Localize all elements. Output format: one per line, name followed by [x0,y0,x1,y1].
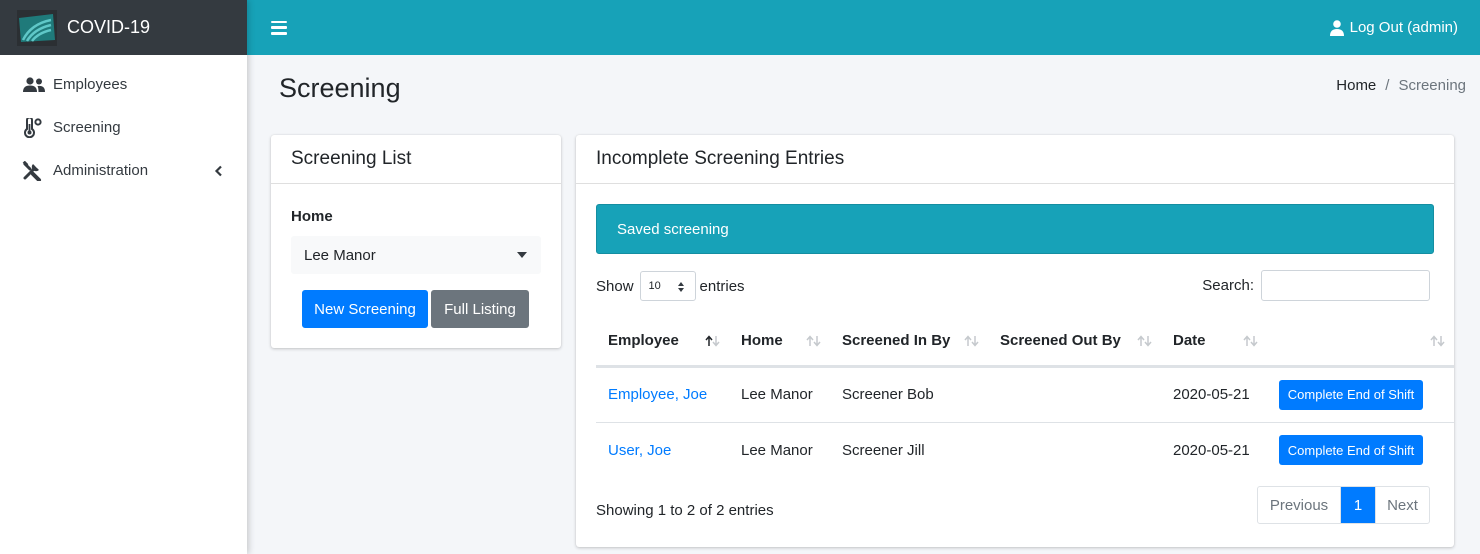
previous-page-button[interactable]: Previous [1258,487,1341,523]
home-cell: Lee Manor [729,365,830,422]
employee-link[interactable]: User, Joe [608,442,671,459]
search-label: Search: [1202,277,1254,294]
table-info: Showing 1 to 2 of 2 entries [596,502,774,519]
covid-logo-icon [17,9,57,46]
user-icon [1329,19,1344,36]
employee-cell: User, Joe [596,421,729,478]
breadcrumb-current: Screening [1398,77,1466,94]
screened-in-cell: Screener Bob [830,365,988,422]
success-alert: Saved screening [596,204,1434,254]
logout-label: Log Out (admin) [1349,19,1458,36]
sort-icon [806,335,821,347]
select-arrows-icon [677,282,684,292]
home-select[interactable]: Lee Manor [291,236,541,274]
sidebar-nav: Employees Screening Administration [0,55,247,192]
sort-asc-icon [705,335,720,347]
breadcrumb: Home / Screening [1336,77,1466,94]
tools-icon [22,160,48,181]
hamburger-icon[interactable] [271,20,287,35]
search-control: Search: [1202,270,1430,301]
sidebar-item-administration[interactable]: Administration [0,149,247,192]
thermometer-icon [22,117,48,138]
column-header-screened-in-by[interactable]: Screened In By [830,316,988,368]
sort-icon [1243,335,1258,347]
brand-link[interactable]: COVID-19 [0,0,247,55]
table-row: User, Joe Lee Manor Screener Jill 2020-0… [596,421,1454,478]
complete-end-of-shift-button[interactable]: Complete End of Shift [1279,379,1423,410]
page-title: Screening [279,73,401,103]
sidebar: COVID-19 Employees Screening Administrat… [0,0,247,554]
screened-out-cell [988,365,1161,422]
card-title: Incomplete Screening Entries [576,135,1454,184]
column-header-home[interactable]: Home [729,316,830,368]
employee-link[interactable]: Employee, Joe [608,386,707,403]
page-1-button[interactable]: 1 [1341,487,1375,523]
pagination: Previous 1 Next [1257,486,1430,524]
column-header-actions[interactable] [1267,316,1454,368]
search-input[interactable] [1261,270,1430,301]
page-length-select[interactable]: 10 [639,271,696,301]
sidebar-item-label: Employees [53,76,128,93]
column-header-date[interactable]: Date [1161,316,1267,368]
sort-icon [1430,335,1445,347]
users-icon [22,75,48,95]
page-length-control: Show 10 entries [596,271,745,301]
sort-icon [964,335,979,347]
card-title: Screening List [271,135,561,184]
chevron-left-icon [214,165,222,176]
column-header-employee[interactable]: Employee [596,316,729,368]
sidebar-item-label: Administration [53,162,149,179]
column-header-screened-out-by[interactable]: Screened Out By [988,316,1161,368]
action-cell: Complete End of Shift [1267,365,1454,422]
sidebar-item-employees[interactable]: Employees [0,63,247,106]
breadcrumb-home[interactable]: Home [1336,77,1376,94]
home-select-value: Lee Manor [304,246,376,264]
page-length-value: 10 [648,280,661,292]
next-page-button[interactable]: Next [1375,487,1429,523]
brand-title: COVID-19 [67,17,151,37]
date-cell: 2020-05-21 [1161,421,1267,478]
table-row: Employee, Joe Lee Manor Screener Bob 202… [596,365,1454,422]
screening-list-card: Screening List Home Lee Manor New Screen… [271,135,561,348]
show-label: Show [596,277,634,295]
sidebar-item-screening[interactable]: Screening [0,106,247,149]
caret-down-icon [517,252,527,258]
date-cell: 2020-05-21 [1161,365,1267,422]
top-navbar: Log Out (admin) [247,0,1480,55]
new-screening-button[interactable]: New Screening [302,290,428,328]
logout-link[interactable]: Log Out (admin) [1329,19,1458,36]
home-label: Home [291,208,333,225]
incomplete-entries-card: Incomplete Screening Entries Saved scree… [576,135,1454,547]
entries-table: Employee Home Screened In By Screened Ou… [596,316,1454,478]
home-cell: Lee Manor [729,421,830,478]
table-header-row: Employee Home Screened In By Screened Ou… [596,316,1454,368]
complete-end-of-shift-button[interactable]: Complete End of Shift [1279,435,1423,466]
sidebar-item-label: Screening [53,119,121,136]
full-listing-button[interactable]: Full Listing [431,290,529,328]
employee-cell: Employee, Joe [596,365,729,422]
breadcrumb-separator: / [1385,77,1390,94]
entries-label: entries [699,277,745,295]
screened-in-cell: Screener Jill [830,421,988,478]
screened-out-cell [988,421,1161,478]
sort-icon [1137,335,1152,347]
content-wrapper: Screening Home / Screening Screening Lis… [247,55,1480,554]
action-cell: Complete End of Shift [1267,421,1454,478]
